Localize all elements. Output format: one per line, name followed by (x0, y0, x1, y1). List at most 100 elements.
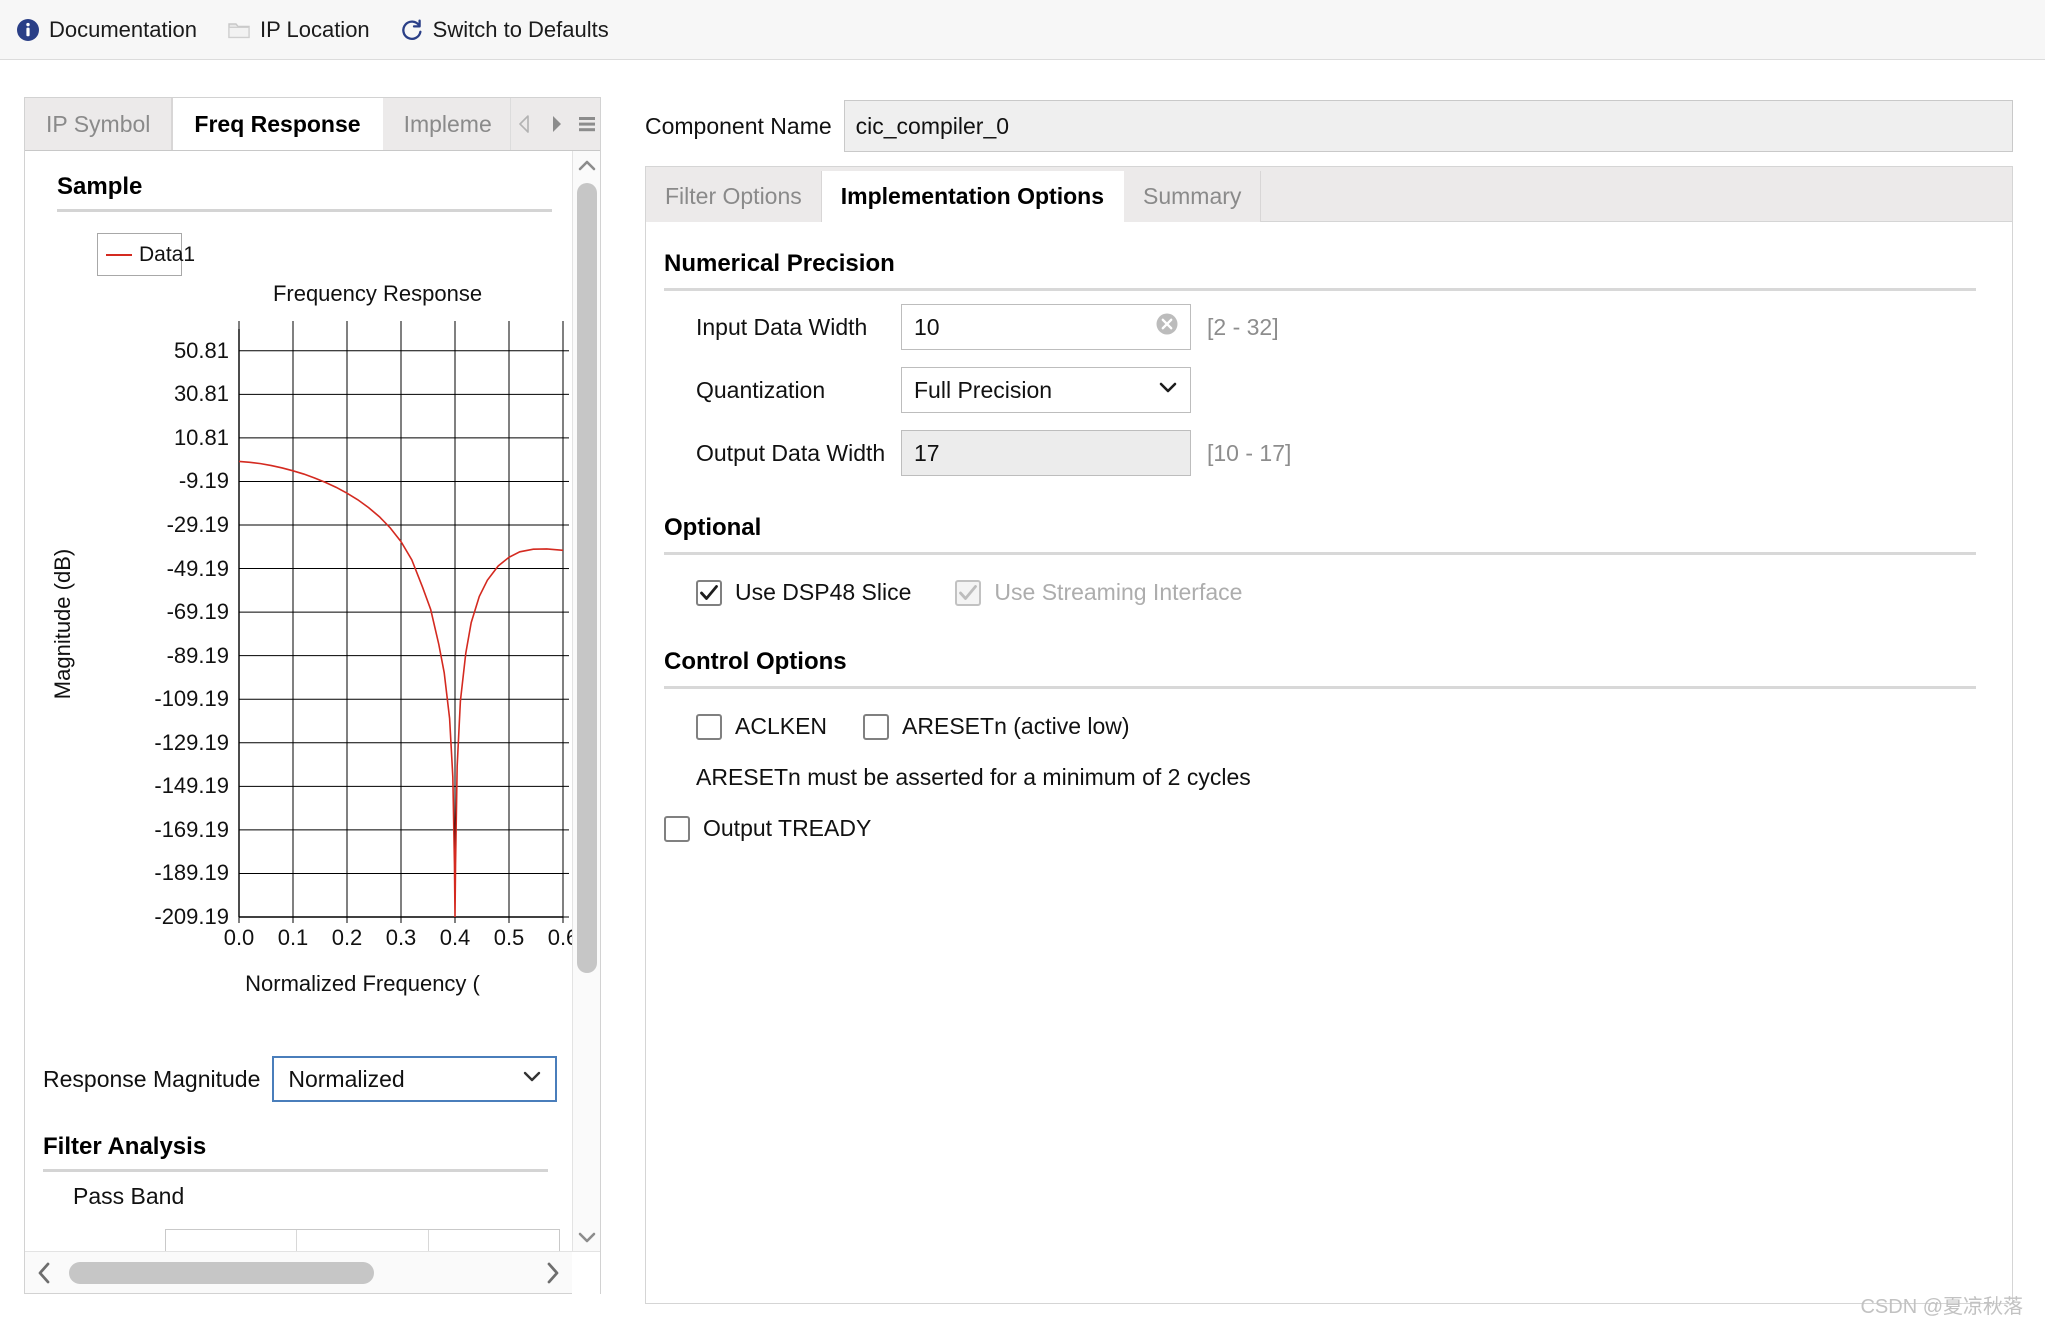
tab-ip-symbol[interactable]: IP Symbol (25, 98, 173, 150)
quantization-label: Quantization (696, 376, 826, 403)
use-dsp48-slice-label: Use DSP48 Slice (735, 579, 912, 605)
x-axis-tick-label: 0.1 (277, 925, 309, 950)
switch-to-defaults-label: Switch to Defaults (432, 16, 609, 42)
tab-freq-response-label: Freq Response (194, 110, 361, 137)
response-magnitude-select[interactable]: Normalized (272, 1056, 558, 1102)
y-axis-tick-label: -29.19 (166, 512, 229, 537)
tab-summary[interactable]: Summary (1124, 171, 1262, 222)
output-data-width-field: 17 (901, 430, 1191, 476)
input-data-width-row: Input Data Width 10 [2 - 32] (646, 300, 2012, 354)
use-dsp48-slice-checkbox[interactable]: Use DSP48 Slice (696, 579, 911, 606)
output-data-width-row: Output Data Width 17 [10 - 17] (646, 426, 2012, 480)
tabstrip-filler (1261, 171, 2012, 222)
y-axis-tick-label: -9.19 (178, 468, 229, 494)
chevron-down-icon (521, 1065, 543, 1093)
aresetn-checkbox[interactable]: ARESETn (active low) (863, 713, 1130, 740)
left-panel-vertical-scrollbar[interactable] (572, 151, 600, 1251)
chart-x-axis-label: Normalized Frequency ( (245, 971, 480, 996)
chevron-down-icon (1156, 375, 1180, 405)
configuration-panel: Component Name cic_compiler_0 Filter Opt… (645, 100, 2013, 1304)
output-tready-label: Output TREADY (703, 815, 872, 841)
documentation-label: Documentation (49, 16, 197, 42)
numerical-precision-title: Numerical Precision (664, 250, 895, 277)
switch-to-defaults-button[interactable]: Switch to Defaults (400, 17, 609, 43)
control-checkbox-row: ACLKEN ARESETn (active low) (646, 713, 2012, 740)
config-tabstrip: Filter Options Implementation Options Su… (645, 166, 2013, 222)
top-toolbar: Documentation IP Location Switch to Defa… (0, 0, 2045, 60)
frequency-response-chart: Frequency Response Magnitude (dB) Normal… (25, 281, 578, 1021)
left-panel-horizontal-scrollbar[interactable] (25, 1251, 600, 1294)
horizontal-scroll-thumb[interactable] (69, 1261, 374, 1284)
refresh-icon (400, 18, 424, 42)
y-axis-tick-label: -69.19 (166, 599, 229, 625)
y-axis-tick-label: 30.81 (173, 381, 229, 407)
x-axis-tick-label: 0.5 (493, 925, 525, 950)
scroll-down-icon[interactable] (573, 1223, 601, 1251)
checkbox-box (863, 713, 890, 740)
folder-icon (227, 18, 251, 42)
table-cell (166, 1230, 298, 1251)
y-axis-tick-label: -89.19 (166, 642, 229, 668)
pass-band-label: Pass Band (73, 1183, 185, 1209)
output-data-width-range: [10 - 17] (1207, 439, 1292, 466)
y-axis-tick-label: -129.19 (154, 729, 229, 755)
tab-nav-controls (510, 98, 600, 150)
input-data-width-value: 10 (914, 313, 940, 340)
component-name-input[interactable]: cic_compiler_0 (843, 100, 2013, 152)
documentation-button[interactable]: Documentation (16, 17, 197, 43)
chevron-left-icon[interactable] (514, 113, 536, 135)
chevron-right-icon[interactable] (545, 113, 567, 135)
x-axis-tick-label: 0.0 (223, 925, 255, 950)
clear-circle-icon[interactable] (1154, 311, 1180, 343)
vertical-scroll-thumb[interactable] (577, 183, 597, 973)
tab-implementation-label: Impleme (403, 110, 492, 137)
legend-line-swatch (106, 253, 132, 256)
table-cell (297, 1230, 429, 1251)
aresetn-note: ARESETn must be asserted for a minimum o… (696, 764, 1251, 790)
aclken-checkbox[interactable]: ACLKEN (696, 713, 827, 740)
quantization-value: Full Precision (914, 376, 1053, 403)
tab-implementation[interactable]: Impleme (382, 98, 514, 150)
chart-y-axis-label: Magnitude (dB) (50, 548, 75, 700)
y-axis-tick-label: -149.19 (154, 773, 229, 799)
chart-svg (238, 321, 569, 923)
output-data-width-label: Output Data Width (696, 439, 886, 466)
left-panel-body: Sample Data1 Frequency Response Magnitud… (25, 151, 600, 1251)
scroll-right-icon[interactable] (534, 1252, 572, 1294)
tab-ip-symbol-label: IP Symbol (46, 110, 151, 137)
checkbox-box (696, 713, 722, 740)
tab-filter-options[interactable]: Filter Options (646, 171, 822, 222)
ip-location-label: IP Location (259, 16, 370, 42)
output-tready-checkbox[interactable]: Output TREADY (664, 815, 871, 842)
tab-freq-response[interactable]: Freq Response (172, 98, 383, 150)
optional-title: Optional (664, 514, 762, 541)
input-data-width-field[interactable]: 10 (901, 304, 1191, 350)
tab-implementation-options-label: Implementation Options (840, 183, 1104, 209)
response-magnitude-value: Normalized (288, 1065, 405, 1092)
component-name-value: cic_compiler_0 (855, 112, 1010, 139)
scroll-left-icon[interactable] (25, 1252, 63, 1294)
y-axis-tick-label: -169.19 (154, 816, 229, 842)
chart-plot-area: 50.81 30.81 10.81 -9.19 -29.19 -49.19 -69.19 -8… (154, 321, 578, 950)
response-magnitude-label: Response Magnitude (43, 1065, 261, 1092)
use-streaming-interface-checkbox: Use Streaming Interface (955, 579, 1242, 606)
ip-location-button[interactable]: IP Location (227, 17, 370, 43)
horizontal-scroll-track[interactable] (63, 1252, 534, 1294)
control-options-section: Control Options ACLKEN ARESETn (active l… (646, 648, 2012, 842)
control-options-divider (664, 686, 1976, 689)
tab-implementation-options[interactable]: Implementation Options (821, 171, 1124, 222)
use-streaming-interface-label: Use Streaming Interface (994, 579, 1243, 605)
config-body: Numerical Precision Input Data Width 10 (645, 222, 2013, 1304)
aclken-label: ACLKEN (735, 713, 828, 739)
quantization-select[interactable]: Full Precision (901, 367, 1191, 413)
chart-title: Frequency Response (272, 281, 483, 306)
left-panel-content: Sample Data1 Frequency Response Magnitud… (25, 151, 578, 1251)
scroll-up-icon[interactable] (573, 151, 601, 179)
x-axis-tick-label: 0.2 (331, 925, 363, 950)
y-axis-tick-label: 50.81 (173, 337, 229, 363)
y-axis-tick-label: -189.19 (154, 860, 229, 886)
hamburger-menu-icon[interactable] (576, 113, 598, 135)
optional-checkbox-row: Use DSP48 Slice Use Streaming Interface (646, 579, 2012, 606)
y-axis-tick-label: 10.81 (173, 424, 229, 450)
optional-section: Optional Use DSP48 Slice Use Streaming I… (646, 514, 2012, 606)
